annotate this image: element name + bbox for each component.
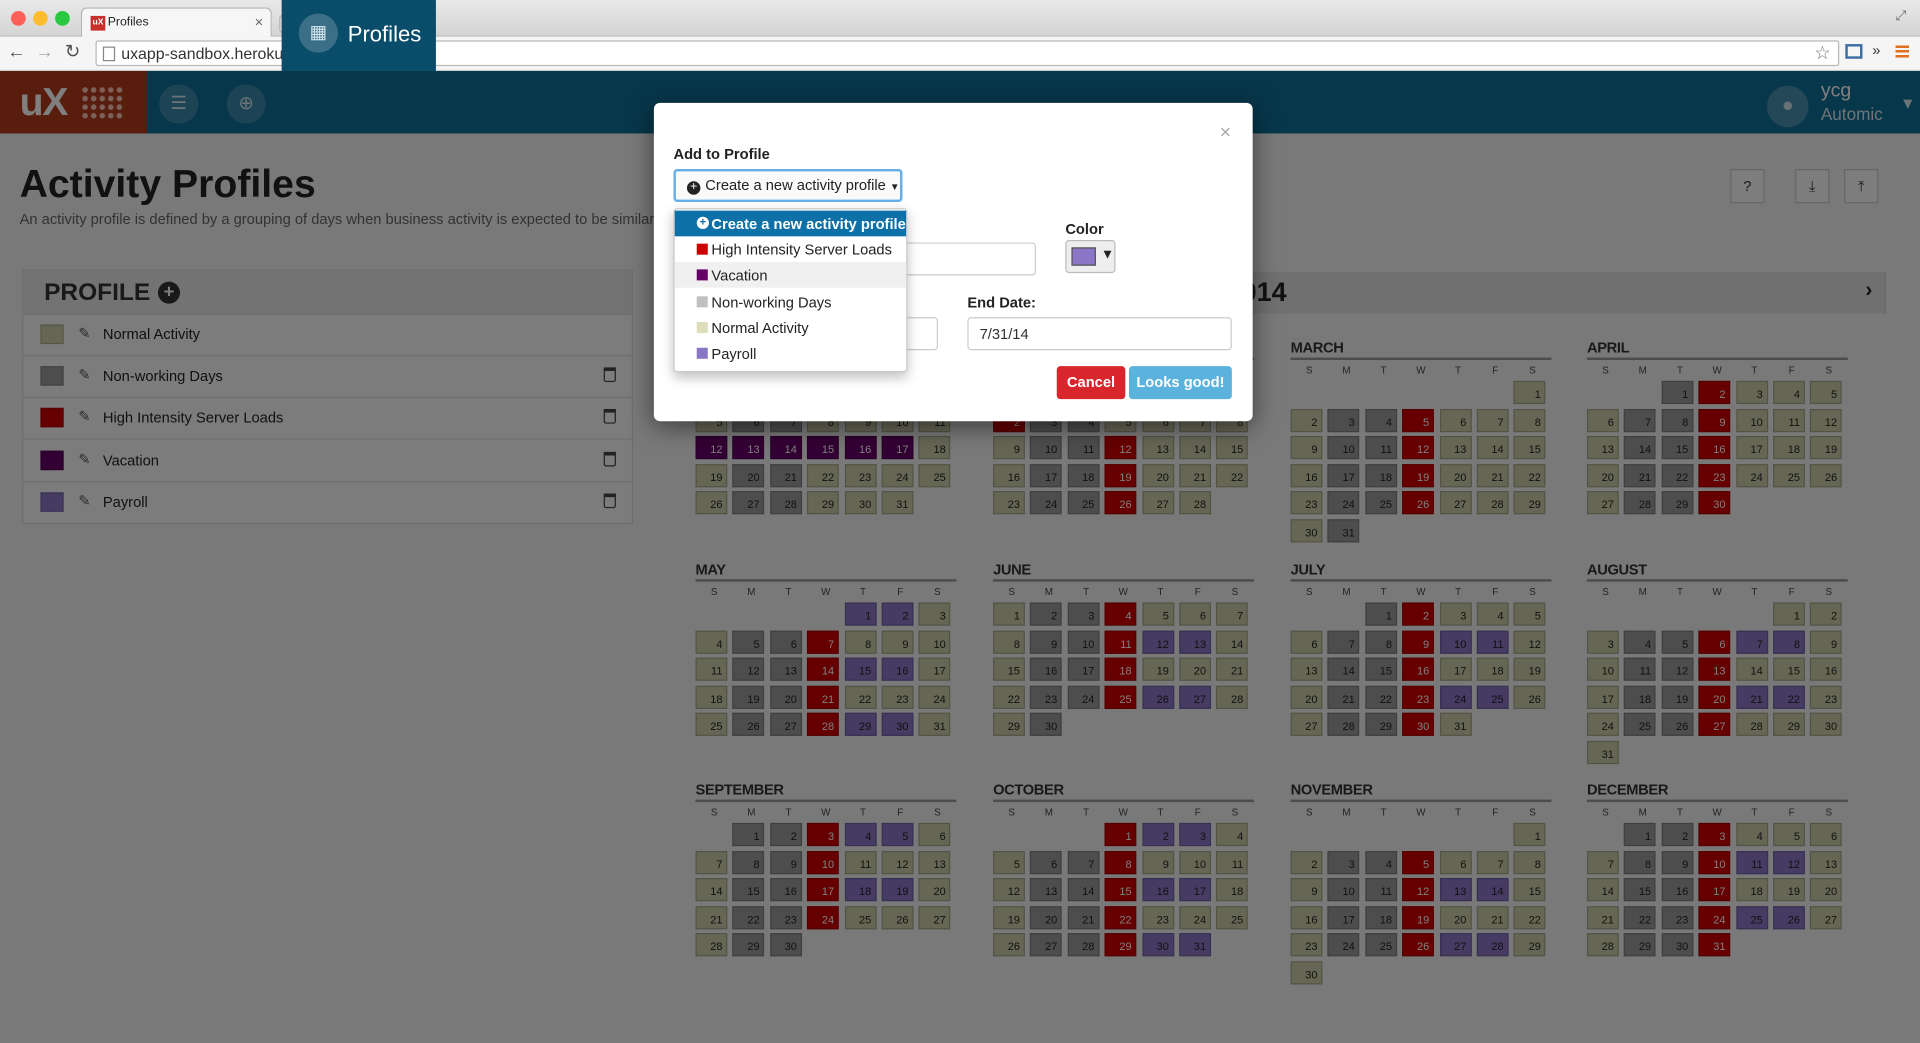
menu-icon[interactable] [1895,45,1909,59]
end-date-input[interactable]: 7/31/14 [967,317,1232,351]
page-icon [102,46,116,62]
dropdown-item-label: Non-working Days [711,293,832,311]
cancel-button[interactable]: Cancel [1056,366,1126,400]
looks-good-button[interactable]: Looks good! [1128,366,1232,400]
profile-color-swatch [696,295,708,307]
bookmark-star-icon[interactable]: ☆ [1814,42,1830,64]
dropdown-item[interactable]: Vacation [674,262,907,289]
browser-tab[interactable]: uX Profiles × [80,7,272,37]
close-window-icon[interactable] [11,11,26,26]
forward-icon[interactable]: → [36,42,54,63]
close-tab-icon[interactable]: × [255,13,264,30]
profile-name-input[interactable] [898,242,1036,276]
dropdown-item[interactable]: + Create a new activity profile [674,210,907,237]
dropdown-item[interactable]: Payroll [675,340,906,366]
nav-profiles-tab[interactable]: ▦ Profiles [281,0,436,72]
reload-icon[interactable]: ↻ [65,42,80,63]
caret-down-icon: ▼ [1100,247,1115,263]
tab-title: Profiles [107,15,149,30]
calendar-icon: ▦ [298,13,338,53]
dropdown-item-label: Normal Activity [711,319,809,337]
profile-dropdown-button[interactable]: + Create a new activity profile ▼ [673,168,903,203]
color-swatch [1071,247,1096,266]
plus-circle-icon: + [686,181,701,195]
profile-color-swatch [696,269,708,281]
end-date-label: End Date: [967,293,1036,312]
color-picker-button[interactable]: ▼ [1065,240,1116,274]
favicon-icon: uX [90,15,106,31]
profile-color-swatch [696,347,708,359]
extensions-icon[interactable]: » [1872,42,1880,59]
zoom-window-icon[interactable] [55,11,70,26]
dropdown-item-label: High Intensity Server Loads [711,241,892,259]
caret-down-icon: ▼ [889,181,900,193]
dropdown-item[interactable]: Non-working Days [675,288,906,314]
color-label: Color [1065,220,1104,238]
dropdown-item-label: Create a new activity profile [711,215,906,233]
fullscreen-icon[interactable]: ⤢ [1896,9,1907,25]
dropdown-value: Create a new activity profile [705,176,886,194]
plus-circle-icon: + [696,216,709,229]
profile-color-swatch [696,321,708,333]
add-to-profile-label: Add to Profile [673,145,770,163]
nav-profiles-label: Profiles [347,22,422,47]
dropdown-item-label: Payroll [711,345,757,363]
cast-icon[interactable] [1845,44,1863,59]
minimize-window-icon[interactable] [33,11,48,26]
back-icon[interactable]: ← [7,42,25,63]
profile-dropdown-menu: + Create a new activity profile High Inten… [673,208,908,373]
dropdown-item[interactable]: Normal Activity [675,314,906,340]
close-icon[interactable]: × [1220,122,1231,144]
dropdown-item[interactable]: High Intensity Server Loads [675,237,906,263]
dropdown-item-label: Vacation [711,267,768,285]
profile-color-swatch [696,243,708,255]
